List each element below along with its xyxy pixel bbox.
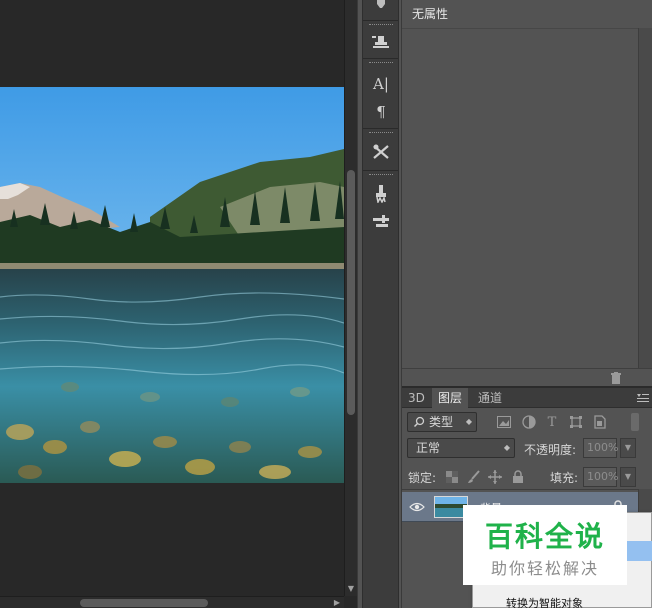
vertical-scroll-thumb[interactable]: [347, 170, 355, 415]
panel-grip[interactable]: [369, 62, 393, 65]
pixel-layer-filter-icon[interactable]: [496, 415, 512, 429]
divider: [363, 20, 398, 21]
filter-label: 类型: [429, 415, 454, 429]
filter-toggle-switch[interactable]: [631, 413, 639, 431]
adjustment-layer-filter-icon[interactable]: [521, 415, 537, 429]
properties-title: 无属性: [412, 7, 449, 21]
properties-content: [402, 28, 638, 368]
panel-grip[interactable]: [369, 132, 393, 135]
panel-grip[interactable]: [369, 24, 393, 27]
eye-visibility-icon[interactable]: [408, 500, 426, 514]
clone-source-icon[interactable]: [367, 30, 395, 54]
properties-scrollbar[interactable]: [638, 28, 652, 368]
tab-channels[interactable]: 通道: [472, 388, 508, 408]
blend-mode-select[interactable]: 正常 ◆: [407, 438, 515, 458]
smart-object-filter-icon[interactable]: [592, 415, 608, 429]
panel-grip[interactable]: [369, 174, 393, 177]
fill-label: 填充:: [550, 471, 579, 485]
character-panel-icon[interactable]: A|: [367, 72, 395, 96]
search-icon: [413, 413, 425, 436]
context-menu-highlight: [623, 541, 652, 561]
paragraph-panel-icon[interactable]: ¶: [367, 100, 395, 124]
watermark-title: 百科全说: [484, 520, 605, 553]
canvas-horizontal-scrollbar[interactable]: ▶: [0, 596, 344, 608]
fill-dropdown-arrow-icon[interactable]: ▼: [620, 467, 636, 487]
layer-filter-select[interactable]: 类型 ◆: [407, 412, 477, 432]
horizontal-scroll-thumb[interactable]: [80, 599, 208, 607]
tab-layers[interactable]: 图层: [432, 388, 469, 408]
chevron-updown-icon: ◆: [503, 443, 510, 452]
lock-position-move-icon[interactable]: [488, 470, 502, 484]
layers-tab-bar: 3D 图层 通道: [402, 388, 652, 408]
collapsed-panels-strip: A| ¶: [357, 0, 402, 608]
watermark-subtitle: 助你轻松解决: [490, 559, 599, 578]
canvas-vertical-scrollbar[interactable]: ▼: [344, 0, 357, 596]
fill-input[interactable]: 100%: [583, 467, 618, 487]
tool-presets-icon[interactable]: [367, 140, 395, 164]
document-canvas-area[interactable]: ▼ ▶: [0, 0, 357, 608]
blend-mode-value: 正常: [416, 441, 441, 455]
lock-label: 锁定:: [408, 471, 437, 485]
history-brush-icon[interactable]: [367, 0, 395, 18]
scroll-right-arrow-icon[interactable]: ▶: [332, 597, 342, 608]
scroll-down-arrow-icon[interactable]: ▼: [346, 584, 356, 594]
trash-icon[interactable]: [608, 371, 624, 385]
lake-photo-canvas[interactable]: [0, 87, 344, 483]
opacity-dropdown-arrow-icon[interactable]: ▼: [620, 438, 636, 458]
brush-presets-icon[interactable]: [367, 182, 395, 206]
context-menu-item-convert-to-smart-object[interactable]: 转换为智能对象: [506, 595, 583, 608]
divider: [363, 170, 398, 171]
lock-image-pixels-icon[interactable]: [467, 470, 481, 484]
watermark-logo: 百科全说 助你轻松解决: [463, 505, 627, 585]
shape-layer-filter-icon[interactable]: [568, 415, 584, 429]
panel-icon-column: A| ¶: [362, 0, 399, 608]
opacity-input[interactable]: 100%: [583, 438, 618, 458]
divider: [363, 128, 398, 129]
properties-footer: [402, 368, 652, 386]
brush-settings-icon[interactable]: [367, 210, 395, 234]
type-layer-filter-icon[interactable]: T: [544, 415, 560, 430]
opacity-label: 不透明度:: [524, 443, 577, 457]
panel-menu-icon[interactable]: [636, 391, 650, 405]
lock-all-icon[interactable]: [511, 470, 525, 484]
lock-transparent-pixels-icon[interactable]: [445, 470, 459, 484]
tab-3d[interactable]: 3D: [402, 388, 431, 408]
divider: [363, 58, 398, 59]
chevron-updown-icon: ◆: [465, 417, 472, 426]
properties-panel: 无属性: [402, 0, 652, 386]
